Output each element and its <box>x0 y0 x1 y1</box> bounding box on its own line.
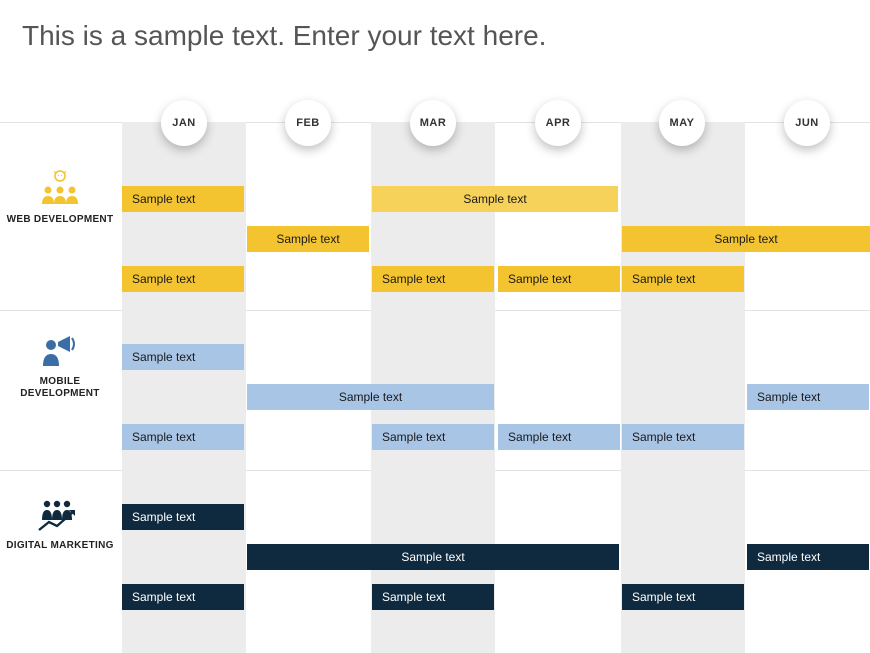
people-arrow-icon <box>0 498 120 537</box>
megaphone-icon <box>0 336 120 371</box>
month-badge-jan: JAN <box>161 100 207 146</box>
gantt-chart: JAN FEB MAR APR MAY JUN WEB DEVELOPMENT … <box>0 100 870 653</box>
row-label-web: WEB DEVELOPMENT <box>0 214 120 226</box>
task-bar: Sample text <box>372 266 494 292</box>
month-badge-feb: FEB <box>285 100 331 146</box>
task-bar: Sample text <box>122 424 244 450</box>
month-badge-mar: MAR <box>410 100 456 146</box>
task-bar: Sample text <box>622 584 744 610</box>
task-bar: Sample text <box>622 226 870 252</box>
row-label-digital: DIGITAL MARKETING <box>0 540 120 552</box>
task-bar: Sample text <box>747 544 869 570</box>
task-bar: Sample text <box>247 384 494 410</box>
task-bar: Sample text <box>122 186 244 212</box>
task-bar: Sample text <box>622 266 744 292</box>
task-bar: Sample text <box>372 424 494 450</box>
task-bar: Sample text <box>372 186 618 212</box>
task-bar: Sample text <box>122 504 244 530</box>
task-bar: Sample text <box>122 344 244 370</box>
task-bar: Sample text <box>122 584 244 610</box>
month-badge-apr: APR <box>535 100 581 146</box>
page-title: This is a sample text. Enter your text h… <box>0 0 870 52</box>
task-bar: Sample text <box>498 424 620 450</box>
task-bar: Sample text <box>247 544 619 570</box>
month-stripe <box>621 122 745 653</box>
task-bar: Sample text <box>247 226 369 252</box>
task-bar: Sample text <box>122 266 244 292</box>
month-badge-jun: JUN <box>784 100 830 146</box>
task-bar: Sample text <box>372 584 494 610</box>
month-badge-may: MAY <box>659 100 705 146</box>
task-bar: Sample text <box>747 384 869 410</box>
team-people-icon <box>0 170 120 209</box>
task-bar: Sample text <box>498 266 620 292</box>
task-bar: Sample text <box>622 424 744 450</box>
row-label-mobile: MOBILE DEVELOPMENT <box>0 376 120 400</box>
